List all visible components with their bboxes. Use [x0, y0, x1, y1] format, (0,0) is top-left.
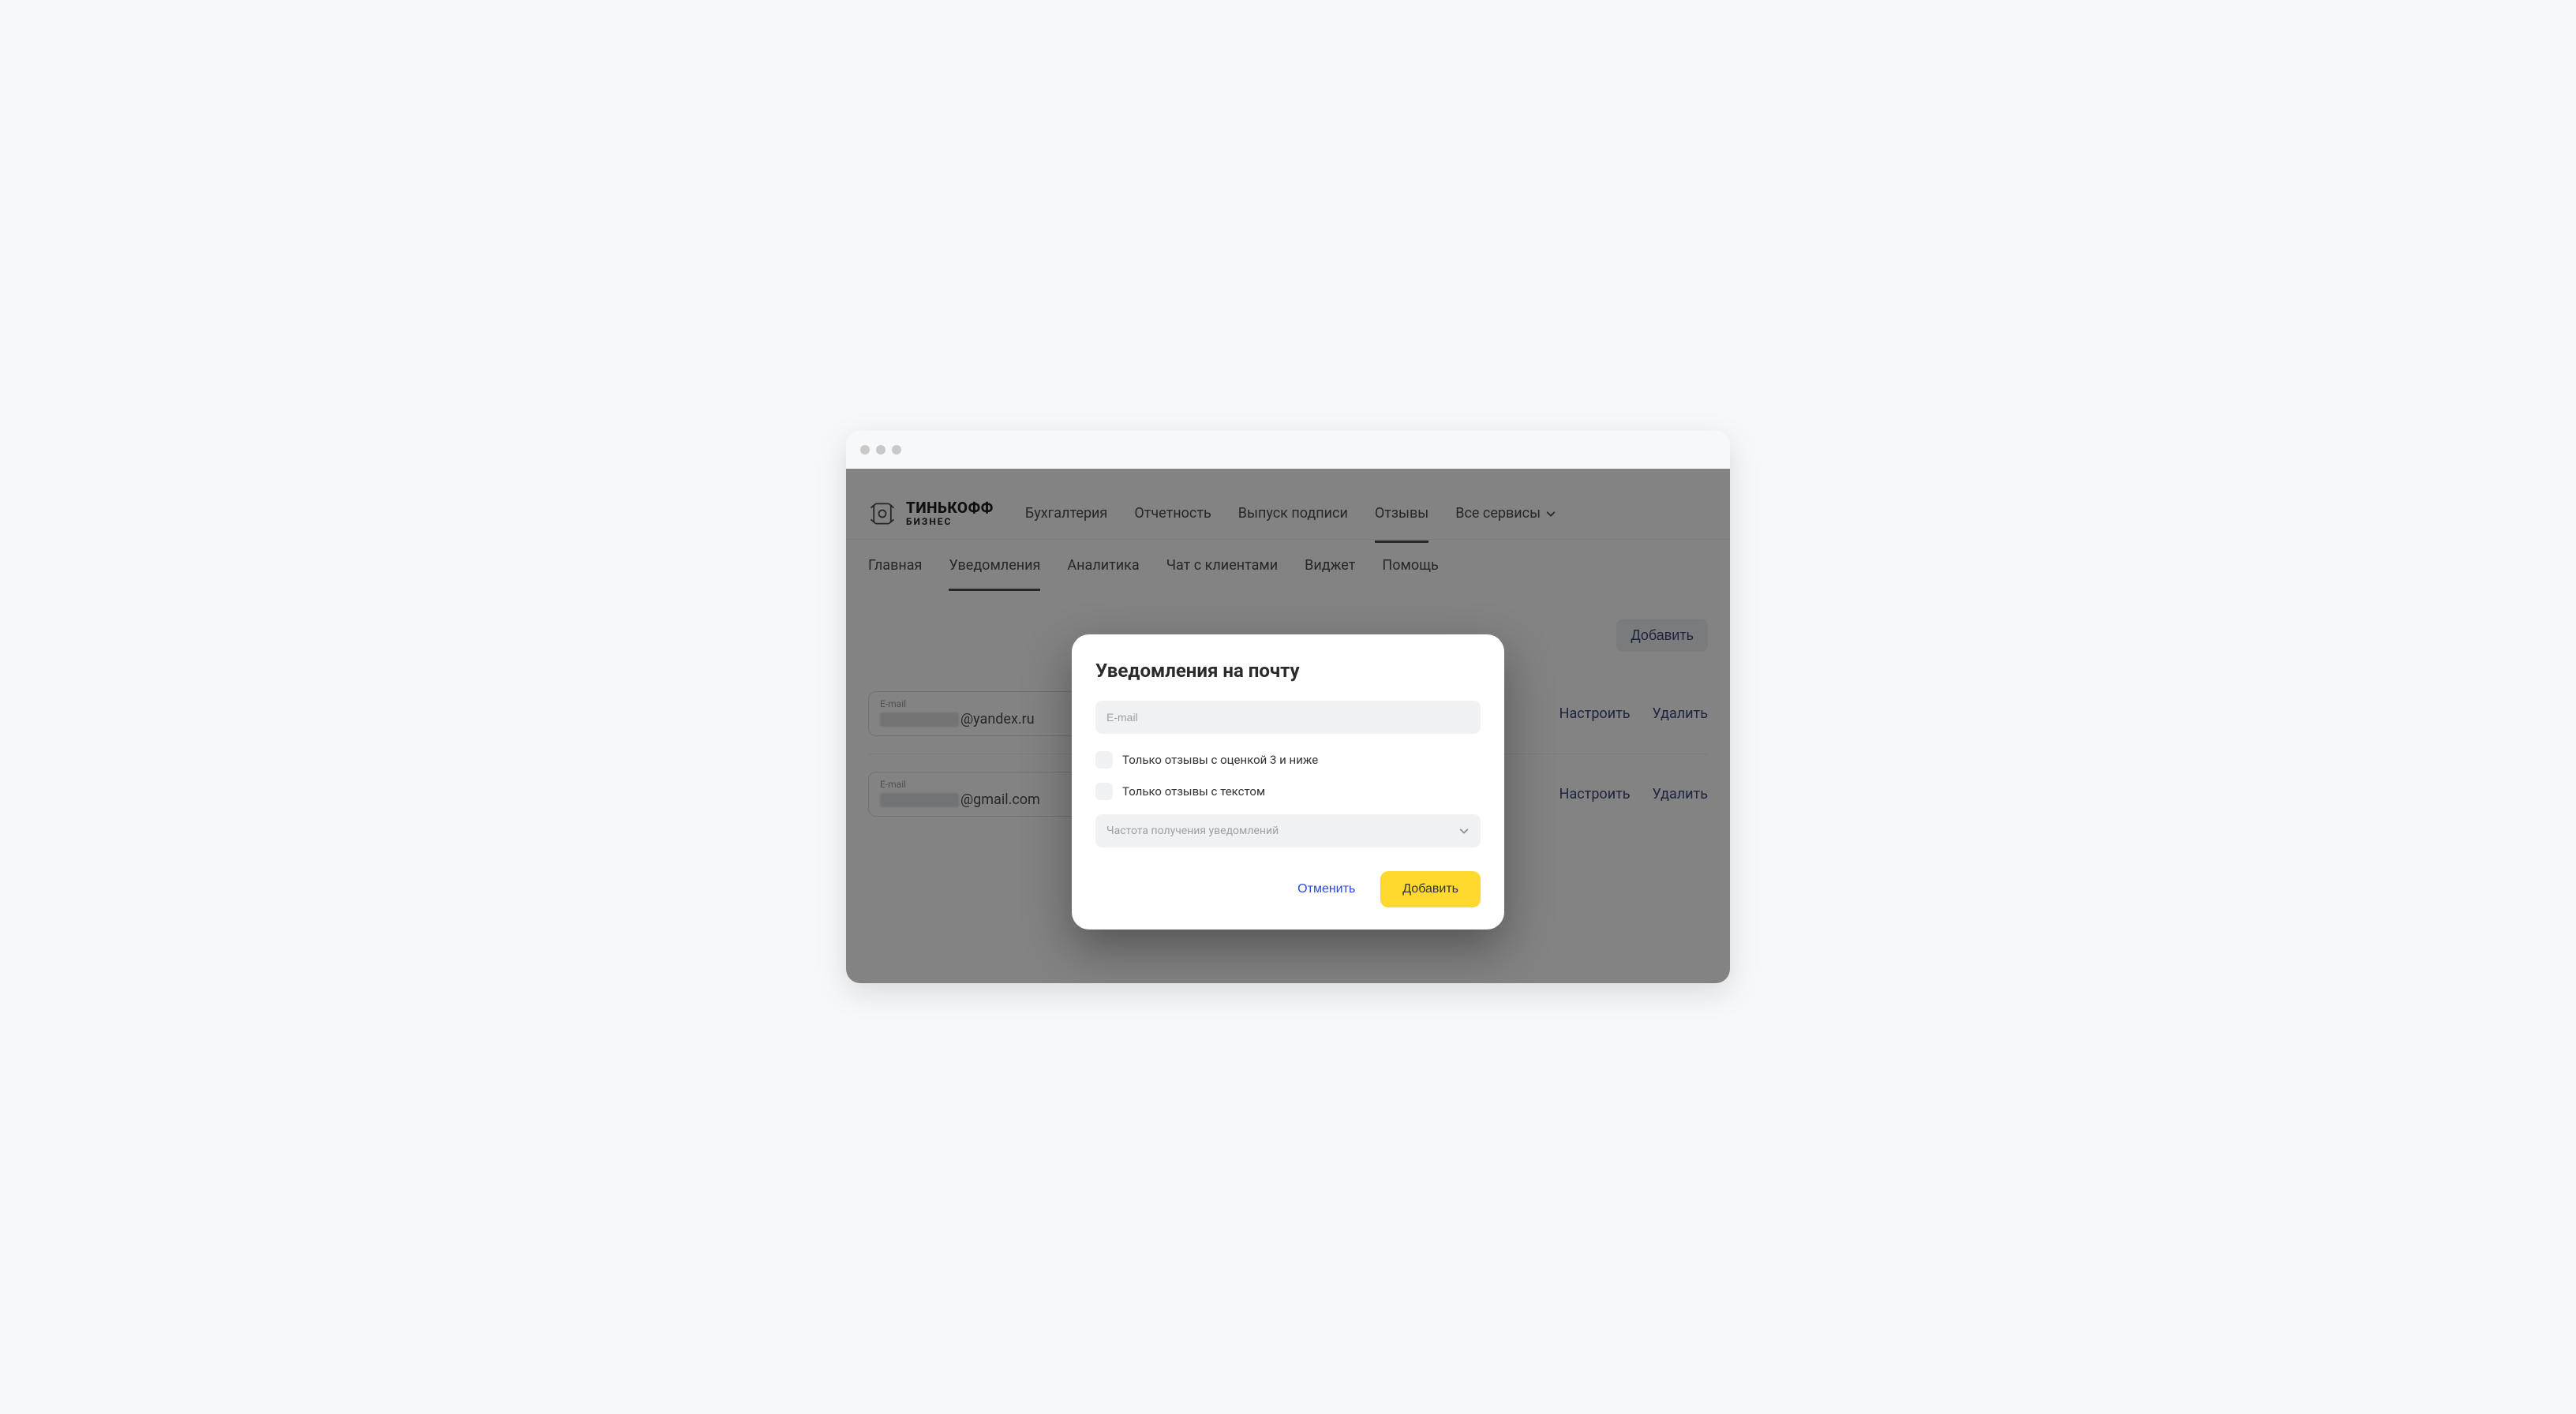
checkbox-row-rating: Только отзывы с оценкой 3 и ниже	[1095, 751, 1481, 769]
cancel-button[interactable]: Отменить	[1291, 874, 1361, 904]
stage: ТИНЬКОФФ БИЗНЕС Бухгалтерия Отчетность В…	[705, 387, 1871, 1027]
chevron-down-icon	[1458, 825, 1470, 836]
frequency-select[interactable]: Частота получения уведомлений	[1095, 814, 1481, 847]
submit-button[interactable]: Добавить	[1380, 871, 1481, 907]
email-notifications-modal: Уведомления на почту Только отзывы с оце…	[1072, 634, 1504, 930]
modal-actions: Отменить Добавить	[1095, 871, 1481, 907]
email-input[interactable]	[1095, 701, 1481, 734]
modal-title: Уведомления на почту	[1095, 660, 1481, 682]
window-close-icon[interactable]	[860, 445, 870, 454]
window-minimize-icon[interactable]	[876, 445, 886, 454]
checkbox-label: Только отзывы с оценкой 3 и ниже	[1122, 753, 1318, 767]
frequency-placeholder: Частота получения уведомлений	[1106, 825, 1279, 837]
checkbox-row-text: Только отзывы с текстом	[1095, 783, 1481, 800]
window-chrome	[846, 431, 1730, 469]
window-maximize-icon[interactable]	[892, 445, 901, 454]
checkbox-label: Только отзывы с текстом	[1122, 784, 1265, 799]
checkbox-with-text-only[interactable]	[1095, 783, 1113, 800]
checkbox-rating-3-or-below[interactable]	[1095, 751, 1113, 769]
modal-overlay[interactable]: Уведомления на почту Только отзывы с оце…	[846, 469, 1730, 983]
browser-window: ТИНЬКОФФ БИЗНЕС Бухгалтерия Отчетность В…	[846, 431, 1730, 983]
